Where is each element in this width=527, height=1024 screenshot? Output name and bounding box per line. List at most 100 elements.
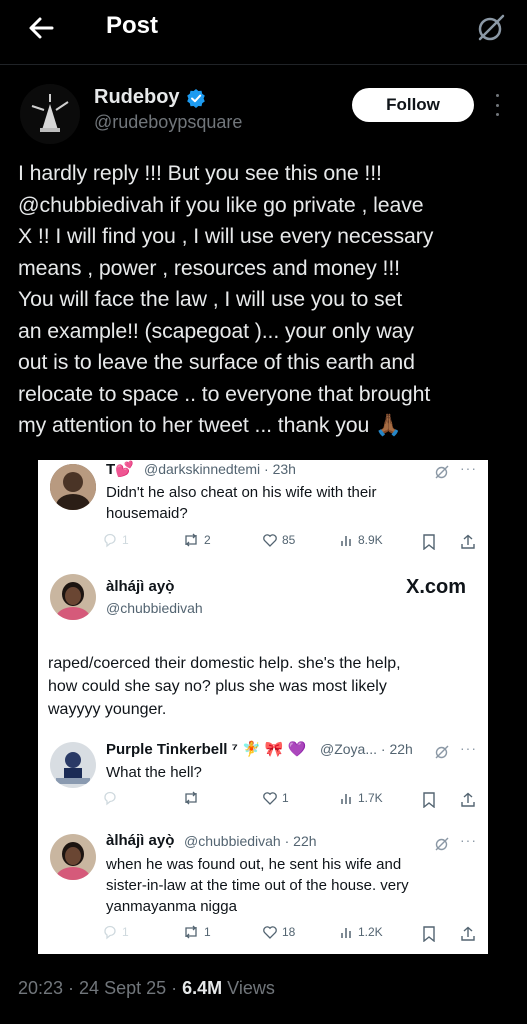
post-timestamp: 20:23 · 24 Sept 25 · 6.4M Views — [18, 978, 275, 999]
tweet-line: means , power , resources and money !!! — [18, 255, 400, 280]
views-stat: 8.9K — [340, 532, 383, 548]
tweet-line: my attention to her tweet ... thank you … — [18, 413, 402, 437]
analytics-icon — [341, 794, 351, 804]
reply-text-line: when he was found out, he sent his wife … — [106, 856, 402, 873]
tweet-line: X !! I will find you , I will use every … — [18, 224, 434, 248]
reply-avatar — [50, 464, 96, 510]
reply-text-line: yanmayanma nigga — [106, 898, 237, 915]
tweet-line: I hardly reply !!! But you see this one … — [18, 161, 382, 185]
reply-text: Didn't he also cheat on his wife with th… — [106, 482, 377, 524]
reply-actions: 1 1.7K — [102, 790, 482, 812]
main-text: raped/coerced their domestic help. she's… — [48, 652, 401, 721]
header-divider — [0, 64, 527, 65]
heart-icon — [263, 926, 277, 939]
views-stat: 1.7K — [340, 790, 383, 806]
top-bar: Post — [0, 0, 527, 56]
reply-avatar — [50, 742, 96, 788]
reply-count: 1 — [122, 925, 129, 939]
like-button: 18 — [262, 924, 295, 940]
reply-avatar — [50, 834, 96, 880]
reply-handle: @darkskinnedtemi · 23h — [144, 461, 296, 477]
grok-icon[interactable] — [475, 12, 507, 44]
reply-author-name: Purple Tinkerbell ⁷ 🧚 🎀 💜 — [106, 741, 307, 758]
comment-icon — [104, 791, 116, 806]
heart-icon — [263, 792, 277, 805]
author-name-row: Rudeboy — [94, 86, 206, 109]
tweet-line: an example!! (scapegoat )... your only w… — [18, 318, 414, 343]
author-handle[interactable]: @rudeboypsquare — [94, 112, 242, 133]
reply-text: when he was found out, he sent his wife … — [106, 854, 409, 917]
repost-icon — [185, 925, 197, 939]
reply-text-line: housemaid? — [106, 505, 188, 522]
timestamp-text: 20:23 · 24 Sept 25 · — [18, 978, 183, 998]
main-text-line: how could she say no? plus she was most … — [48, 678, 387, 695]
repost-icon — [185, 533, 197, 547]
follow-button[interactable]: Follow — [352, 88, 474, 122]
like-button: 85 — [262, 532, 295, 548]
author-name[interactable]: Rudeboy — [94, 86, 180, 109]
attached-screenshot[interactable]: T💕 @darkskinnedtemi · 23h ··· Didn't he … — [38, 460, 488, 954]
arrow-left-icon[interactable] — [24, 10, 60, 46]
tweet-line: relocate to space .. to everyone that br… — [18, 381, 431, 406]
avatar[interactable] — [20, 84, 80, 144]
main-author-name: àlhájì ayọ̀ — [106, 578, 175, 595]
reply-handle: @chubbiedivah · 22h — [184, 833, 317, 849]
grok-icon — [435, 837, 449, 851]
bookmark-icon — [423, 926, 435, 942]
grok-icon — [435, 745, 449, 759]
more-options-icon[interactable] — [490, 94, 504, 116]
comment-icon — [104, 533, 116, 548]
comment-icon — [104, 925, 116, 940]
main-text-line: wayyyy younger. — [48, 701, 167, 718]
views-stat: 1.2K — [340, 924, 383, 940]
heart-icon — [263, 534, 277, 547]
share-icon — [461, 926, 475, 941]
main-text-line: raped/coerced their domestic help. she's… — [48, 655, 401, 672]
reply-button: 1 — [102, 532, 129, 548]
tweet-line: out is to leave the surface of this eart… — [18, 350, 415, 374]
reply-actions: 1 1 18 1.2K — [102, 924, 482, 946]
more-icon: ··· — [460, 460, 477, 476]
reply-text-line: sister-in-law at the time out of the hou… — [106, 877, 409, 894]
reply-button — [102, 790, 122, 806]
reply-author-name: T💕 — [106, 461, 134, 478]
x-com-watermark: X.com — [406, 576, 467, 598]
main-avatar — [50, 574, 96, 620]
view-count-total[interactable]: 6.4M — [182, 978, 222, 998]
verified-badge-icon — [186, 88, 205, 108]
reply-author-name: àlhájì ayọ̀ — [106, 832, 175, 849]
more-icon: ··· — [460, 740, 477, 756]
reply-count: 1 — [122, 533, 129, 547]
repost-count: 1 — [204, 925, 211, 939]
like-count: 18 — [282, 925, 296, 939]
bookmark-icon — [423, 534, 435, 550]
view-count: 8.9K — [358, 533, 383, 547]
like-count: 85 — [282, 533, 296, 547]
like-count: 1 — [282, 791, 289, 805]
repost-button: 2 — [182, 532, 211, 548]
share-icon — [461, 792, 475, 807]
page-title: Post — [106, 12, 159, 39]
avatar-image — [20, 84, 80, 144]
like-button: 1 — [262, 790, 289, 806]
more-icon: ··· — [460, 832, 477, 848]
bookmark-icon — [423, 792, 435, 808]
analytics-icon — [341, 928, 351, 938]
reply-text: What the hell? — [106, 762, 202, 783]
tweet-text: I hardly reply !!! But you see this one … — [18, 158, 513, 442]
tweet-line: @chubbiedivah if you like go private , l… — [18, 192, 424, 217]
view-count: 1.7K — [358, 791, 383, 805]
repost-button — [182, 790, 204, 806]
reply-text-line: What the hell? — [106, 764, 202, 781]
reply-text-line: Didn't he also cheat on his wife with th… — [106, 484, 377, 501]
repost-icon — [185, 791, 197, 805]
analytics-icon — [341, 536, 351, 546]
repost-button: 1 — [182, 924, 211, 940]
reply-actions: 1 2 85 8.9K — [102, 532, 482, 554]
grok-icon — [435, 465, 449, 479]
reply-button: 1 — [102, 924, 129, 940]
views-label: Views — [222, 978, 275, 998]
tweet-line: You will face the law , I will use you t… — [18, 287, 403, 311]
main-handle: @chubbiedivah — [106, 600, 203, 616]
repost-count: 2 — [204, 533, 211, 547]
